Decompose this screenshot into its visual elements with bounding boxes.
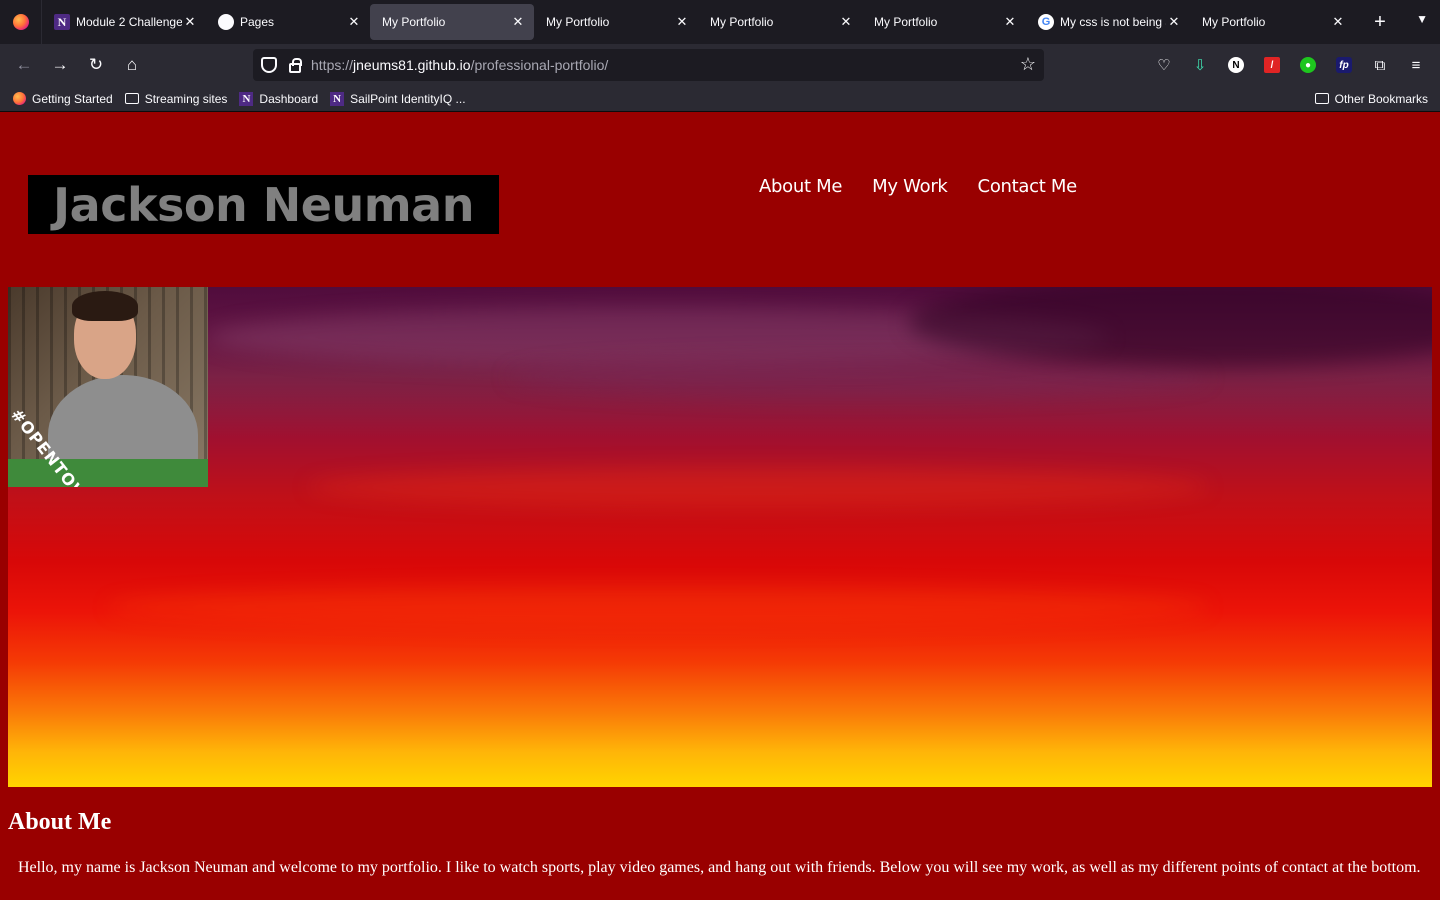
new-tab-button[interactable]: +: [1362, 11, 1398, 34]
site-header-name-box: Jackson Neuman: [28, 175, 499, 234]
tab-title: My Portfolio: [382, 15, 446, 29]
tab-title: My Portfolio: [546, 15, 610, 29]
tab-title: My Portfolio: [710, 15, 774, 29]
tab-my-portfolio[interactable]: My Portfolio ✕: [1190, 4, 1354, 40]
firefox-menu-icon[interactable]: [0, 0, 42, 44]
notion-extension-icon[interactable]: N: [1222, 49, 1250, 81]
tracking-protection-icon[interactable]: [261, 57, 277, 73]
hero-sunset-image: #OPENTOWORK: [8, 287, 1432, 787]
close-tab-icon[interactable]: ✕: [1166, 14, 1182, 30]
tab-my-portfolio[interactable]: My Portfolio ✕: [862, 4, 1026, 40]
tab-title: Module 2 Challenge: [76, 15, 182, 29]
profile-photo: #OPENTOWORK: [8, 287, 208, 487]
github-icon: [218, 14, 234, 30]
url-text[interactable]: https://jneums81.github.io/professional-…: [311, 57, 608, 73]
other-bookmarks[interactable]: Other Bookmarks: [1314, 91, 1428, 106]
nav-link-about-me[interactable]: About Me: [759, 176, 842, 197]
forward-icon[interactable]: →: [42, 49, 78, 81]
tab-google-search[interactable]: G My css is not being a ✕: [1026, 4, 1190, 40]
tab-bar: N Module 2 Challenge ✕ Pages ✕ My Portfo…: [0, 0, 1440, 44]
tab-my-portfolio[interactable]: My Portfolio ✕: [698, 4, 862, 40]
nav-link-my-work[interactable]: My Work: [872, 176, 948, 197]
list-all-tabs-icon[interactable]: ▼: [1416, 12, 1428, 26]
folder-icon: [1314, 93, 1329, 104]
bookmark-dashboard[interactable]: N Dashboard: [239, 91, 319, 106]
reload-icon[interactable]: ↻: [78, 49, 114, 81]
pocket-icon[interactable]: ♡: [1150, 49, 1178, 81]
app-menu-icon[interactable]: ≡: [1402, 49, 1430, 81]
firefox-icon: [12, 92, 26, 106]
nav-link-contact-me[interactable]: Contact Me: [978, 176, 1078, 197]
bookmark-sailpoint[interactable]: N SailPoint IdentityIQ ...: [330, 91, 466, 106]
close-tab-icon[interactable]: ✕: [1330, 14, 1346, 30]
bookmark-label: SailPoint IdentityIQ ...: [350, 91, 466, 106]
tab-title: My Portfolio: [874, 15, 938, 29]
northwestern-icon: N: [54, 14, 70, 30]
url-bar[interactable]: https://jneums81.github.io/professional-…: [253, 49, 1044, 81]
extension-green-icon[interactable]: ●: [1294, 49, 1322, 81]
northwestern-icon: N: [239, 91, 254, 106]
tab-title: My css is not being a: [1060, 15, 1166, 29]
tab-title: My Portfolio: [1202, 15, 1266, 29]
url-prefix: https://: [311, 57, 354, 73]
bookmark-label: Streaming sites: [144, 91, 228, 106]
about-me-text: Hello, my name is Jackson Neuman and wel…: [18, 859, 1421, 876]
bookmark-getting-started[interactable]: Getting Started: [12, 92, 113, 106]
other-bookmarks-label: Other Bookmarks: [1334, 91, 1428, 106]
back-icon[interactable]: ←: [6, 49, 42, 81]
downloads-icon[interactable]: ⇩: [1186, 49, 1214, 81]
bookmark-star-icon[interactable]: ☆: [1020, 54, 1036, 75]
close-tab-icon[interactable]: ✕: [838, 14, 854, 30]
tab-pages[interactable]: Pages ✕: [206, 4, 370, 40]
northwestern-icon: N: [330, 91, 345, 106]
close-tab-icon[interactable]: ✕: [182, 14, 198, 30]
close-tab-icon[interactable]: ✕: [674, 14, 690, 30]
tab-title: Pages: [240, 15, 275, 29]
url-path: /professional-portfolio/: [470, 57, 609, 73]
url-host: jneums81.github.io: [353, 57, 471, 73]
folder-icon: [124, 93, 139, 104]
tab-my-portfolio[interactable]: My Portfolio ✕: [534, 4, 698, 40]
extensions-puzzle-icon[interactable]: ⧉: [1366, 49, 1394, 81]
extension-red-icon[interactable]: /: [1258, 49, 1286, 81]
bookmark-label: Getting Started: [32, 91, 113, 106]
tab-module-2-challenge[interactable]: N Module 2 Challenge ✕: [42, 4, 206, 40]
page-content: Jackson Neuman About Me My Work Contact …: [0, 113, 1440, 900]
home-icon[interactable]: ⌂: [114, 49, 150, 81]
fp-extension-icon[interactable]: fp: [1330, 49, 1358, 81]
bookmarks-toolbar: Getting Started Streaming sites N Dashbo…: [0, 86, 1440, 112]
bookmark-streaming-sites[interactable]: Streaming sites: [124, 91, 228, 106]
close-tab-icon[interactable]: ✕: [346, 14, 362, 30]
lock-icon[interactable]: [289, 57, 302, 73]
google-icon: G: [1038, 14, 1054, 30]
navigation-toolbar: ← → ↻ ⌂ https://jneums81.github.io/profe…: [0, 44, 1440, 86]
close-tab-icon[interactable]: ✕: [1002, 14, 1018, 30]
site-nav: About Me My Work Contact Me: [759, 176, 1077, 197]
tab-my-portfolio-active[interactable]: My Portfolio ✕: [370, 4, 534, 40]
bookmark-label: Dashboard: [259, 91, 319, 106]
close-tab-icon[interactable]: ✕: [510, 14, 526, 30]
site-name: Jackson Neuman: [53, 177, 474, 232]
about-me-heading: About Me: [8, 809, 112, 835]
